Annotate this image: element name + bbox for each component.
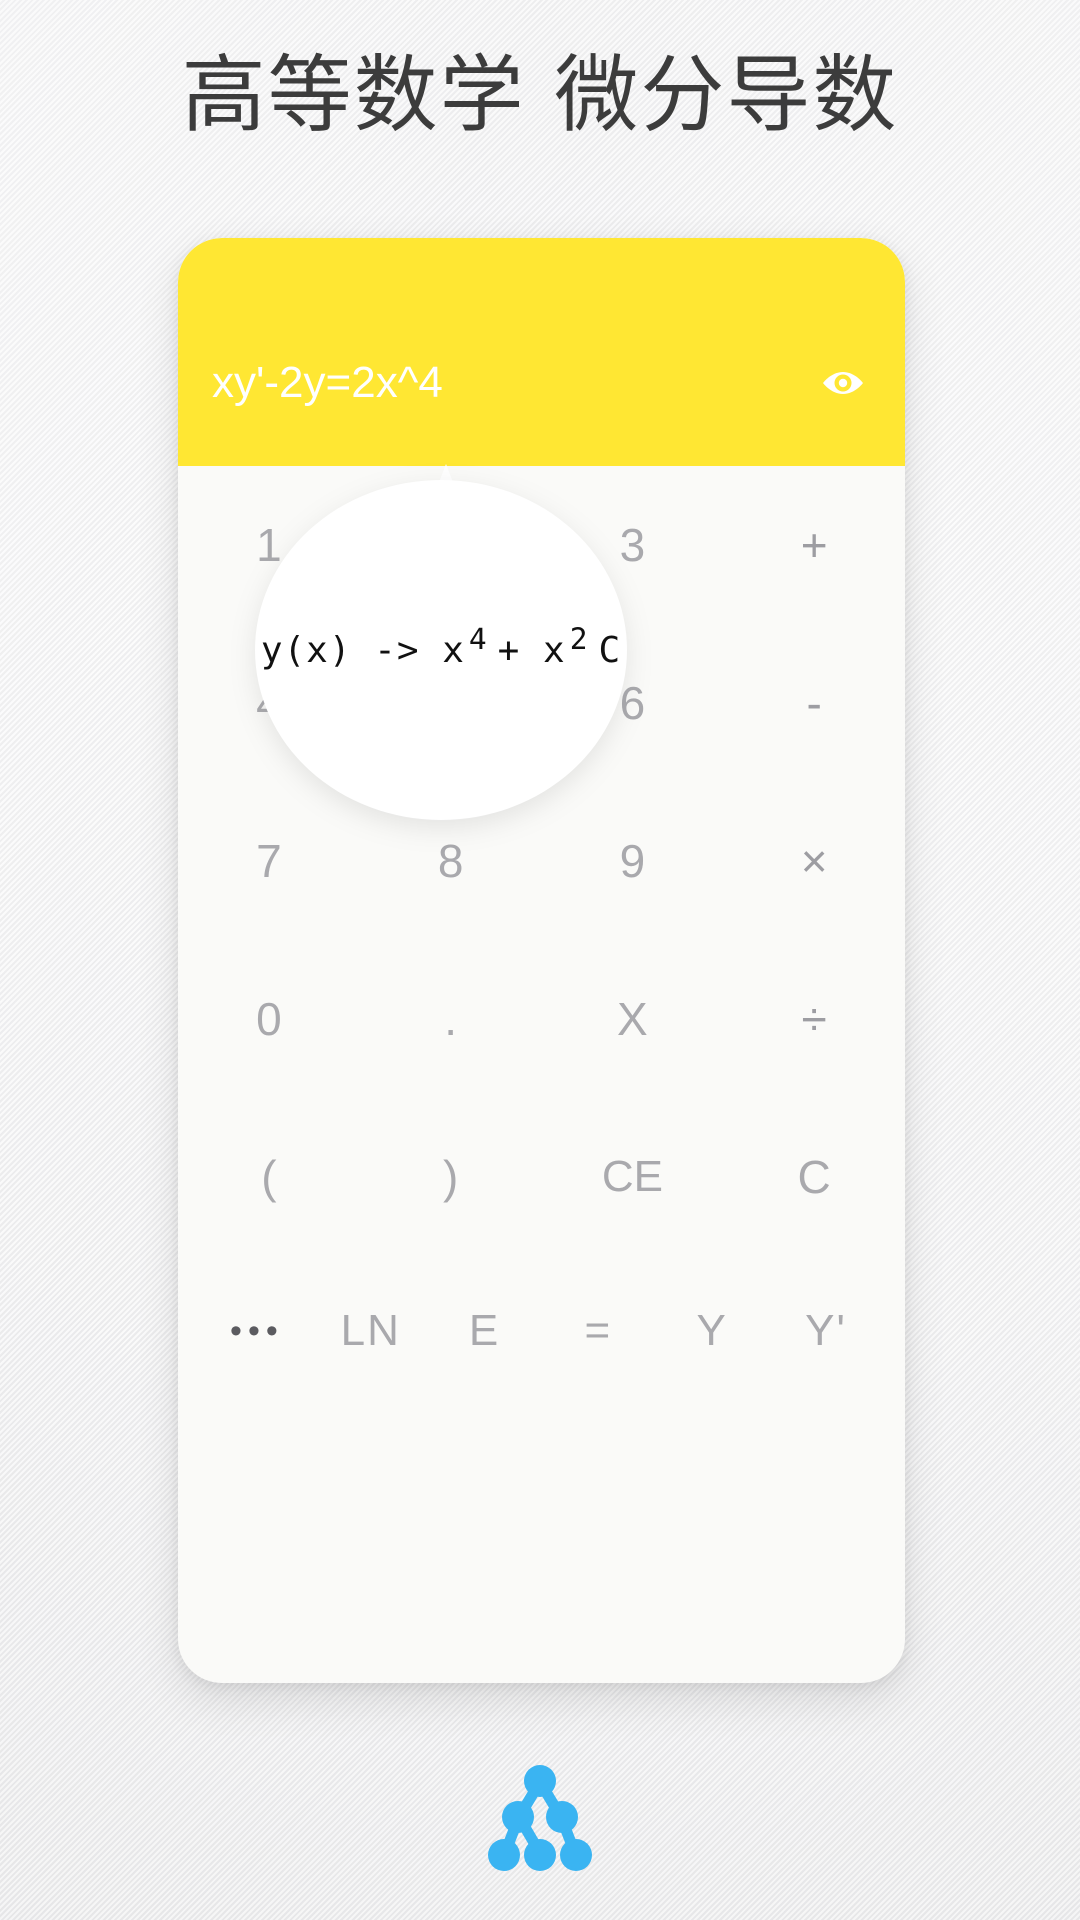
key-clear[interactable]: C bbox=[723, 1098, 905, 1256]
result-formula: y(x) -> x 4 + x2C bbox=[260, 624, 622, 671]
key-decimal[interactable]: . bbox=[360, 940, 542, 1098]
key-open-paren[interactable]: ( bbox=[178, 1098, 360, 1256]
result-exponent-1: 4 bbox=[468, 621, 488, 656]
keypad-row: ( ) CE C bbox=[178, 1098, 905, 1256]
key-variable-y[interactable]: Y bbox=[655, 1256, 769, 1406]
key-divide[interactable]: ÷ bbox=[723, 940, 905, 1098]
key-e[interactable]: E bbox=[428, 1256, 542, 1406]
key-9[interactable]: 9 bbox=[542, 782, 724, 940]
calculator-card: xy'-2y=2x^4 1 2 3 + 4 5 bbox=[178, 238, 905, 1683]
key-close-paren[interactable]: ) bbox=[360, 1098, 542, 1256]
keypad-row: 0 . X ÷ bbox=[178, 940, 905, 1098]
result-bubble[interactable]: y(x) -> x 4 + x2C bbox=[255, 480, 627, 820]
key-y-prime[interactable]: Y' bbox=[769, 1256, 883, 1406]
key-minus[interactable]: - bbox=[723, 624, 905, 782]
result-exponent-2: 2 bbox=[569, 621, 589, 656]
key-plus[interactable]: + bbox=[723, 466, 905, 624]
app-screen: 高等数学 微分导数 xy'-2y=2x^4 1 2 3 bbox=[0, 0, 1080, 1920]
eye-icon[interactable] bbox=[817, 357, 869, 409]
key-multiply[interactable]: × bbox=[723, 782, 905, 940]
page-title: 高等数学 微分导数 bbox=[181, 46, 899, 144]
tree-graph-logo-icon bbox=[488, 1765, 592, 1871]
expression-input-row: xy'-2y=2x^4 bbox=[178, 348, 905, 418]
key-variable-x[interactable]: X bbox=[542, 940, 724, 1098]
key-clear-entry[interactable]: CE bbox=[542, 1098, 724, 1256]
keypad-row: 7 8 9 × bbox=[178, 782, 905, 940]
result-middle: + x bbox=[497, 629, 566, 671]
key-ln[interactable]: LN bbox=[314, 1256, 428, 1406]
key-7[interactable]: 7 bbox=[178, 782, 360, 940]
key-0[interactable]: 0 bbox=[178, 940, 360, 1098]
result-suffix: C bbox=[598, 629, 622, 671]
expression-input[interactable]: xy'-2y=2x^4 bbox=[212, 358, 443, 408]
key-more[interactable]: ••• bbox=[200, 1256, 314, 1406]
brand-logo bbox=[0, 1765, 1080, 1873]
result-prefix: y(x) -> x bbox=[260, 629, 465, 671]
function-key-row: ••• LN E = Y Y' bbox=[178, 1256, 905, 1406]
expression-header: xy'-2y=2x^4 bbox=[178, 238, 905, 466]
key-equals[interactable]: = bbox=[541, 1256, 655, 1406]
